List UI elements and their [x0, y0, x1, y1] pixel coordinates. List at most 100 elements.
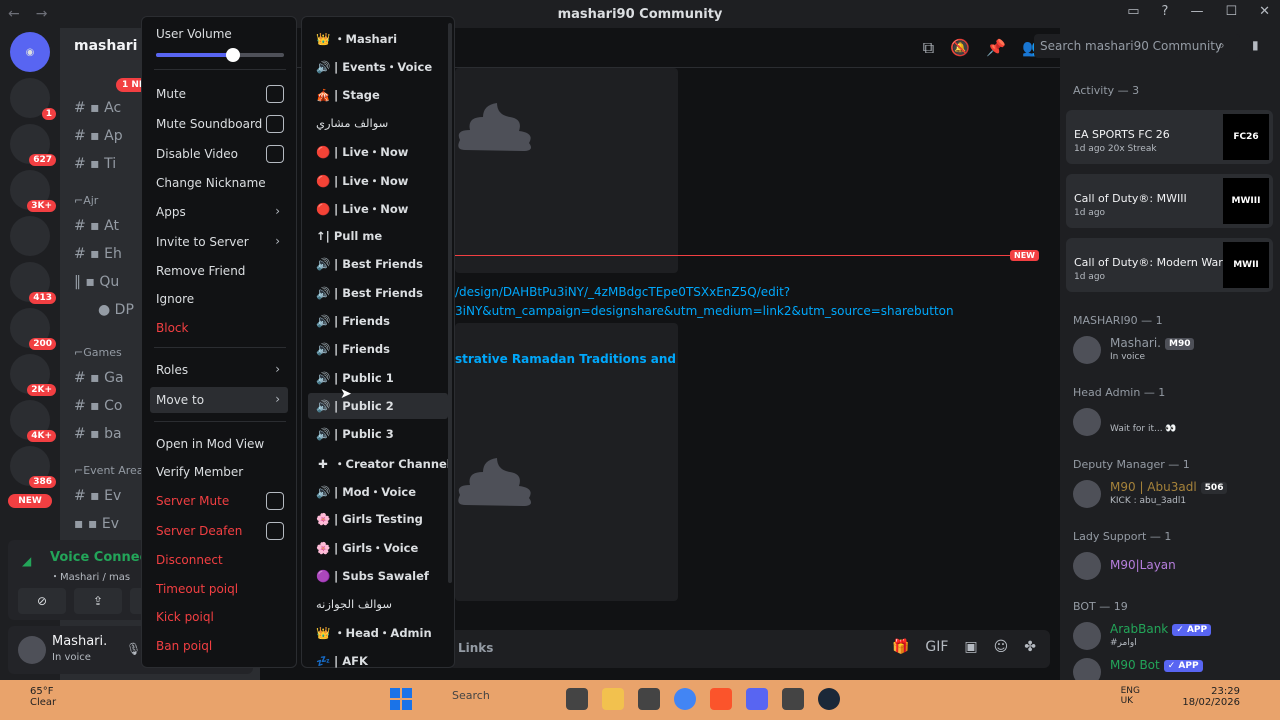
avatar[interactable]: [18, 636, 46, 664]
server-icon[interactable]: 2K+: [10, 354, 56, 396]
channel-option[interactable]: 🔴 | Live・Now: [308, 195, 448, 221]
checkbox[interactable]: [266, 145, 284, 163]
message-composer[interactable]: Links 🎁 GIF ▣ ☺ ✤: [448, 630, 1050, 668]
server-icon[interactable]: 627: [10, 124, 56, 166]
submenu-scrollbar[interactable]: [448, 23, 452, 583]
taskbar-app-icon[interactable]: [638, 688, 660, 710]
category-header[interactable]: ⌐Ajr: [74, 194, 98, 207]
chrome-icon[interactable]: [674, 688, 696, 710]
system-clock[interactable]: 23:29 18/02/2026: [1182, 686, 1240, 708]
menu-item-verify-member[interactable]: Verify Member: [150, 459, 288, 485]
menu-item-ban-poiql[interactable]: Ban poiql: [150, 633, 288, 659]
volume-knob[interactable]: [225, 48, 240, 62]
menu-item-server-mute[interactable]: Server Mute: [150, 488, 288, 514]
screen-share-button[interactable]: ⇪: [74, 588, 122, 614]
voice-user-item[interactable]: ● DP: [98, 302, 134, 318]
server-name[interactable]: mashari: [74, 38, 138, 54]
channel-option[interactable]: 🌸 | Girls・Voice: [308, 534, 448, 560]
camera-off-button[interactable]: ⊘: [18, 588, 66, 614]
channel-option[interactable]: 💤 | AFK: [308, 648, 448, 674]
channel-item[interactable]: # ▪ At: [74, 218, 119, 234]
minimize-icon[interactable]: —: [1190, 4, 1203, 19]
pin-icon[interactable]: 📌: [986, 38, 1006, 58]
menu-item-ignore[interactable]: Ignore: [150, 286, 288, 312]
maximize-icon[interactable]: ☐: [1225, 4, 1237, 19]
channel-item[interactable]: # ▪ Ti: [74, 156, 116, 172]
category-header[interactable]: ⌐Event Area: [74, 464, 144, 477]
search-input[interactable]: Search mashari90 Community: [1034, 34, 1240, 58]
channel-option[interactable]: 👑 ・Mashari: [308, 25, 448, 51]
member-item[interactable]: M90|Layan: [1073, 550, 1273, 584]
embed-title[interactable]: strative Ramadan Traditions and: [455, 352, 676, 366]
menu-item-remove-friend[interactable]: Remove Friend: [150, 258, 288, 284]
taskbar-app-icon[interactable]: [566, 688, 588, 710]
voice-location[interactable]: ・Mashari / mas: [50, 568, 130, 583]
checkbox[interactable]: [266, 85, 284, 103]
menu-item-invite-to-server[interactable]: Invite to Server ›: [150, 229, 288, 255]
channel-option[interactable]: 👑 ・Head・Admin: [308, 619, 448, 645]
member-item[interactable]: Wait for it... 👀: [1073, 406, 1273, 440]
user-volume-slider[interactable]: [156, 48, 284, 62]
menu-item-mute[interactable]: Mute: [150, 81, 288, 107]
inbox-icon[interactable]: ▭: [1127, 4, 1139, 19]
gift-icon[interactable]: 🎁: [892, 639, 909, 655]
channel-option[interactable]: 🔊 | Public 2: [308, 392, 448, 419]
menu-item-open-in-mod-view[interactable]: Open in Mod View: [150, 431, 288, 457]
channel-item[interactable]: # ▪ Ev: [74, 488, 121, 504]
close-icon[interactable]: ✕: [1259, 4, 1270, 19]
channel-option[interactable]: 🔊 | Mod・Voice: [308, 478, 448, 504]
channel-item[interactable]: ‖ ▪ Qu: [74, 274, 119, 290]
channel-option[interactable]: 🔊 | Friends: [308, 308, 448, 334]
microphone-icon[interactable]: 🎙: [126, 642, 141, 656]
menu-item-roles[interactable]: Roles ›: [150, 357, 288, 383]
discord-icon[interactable]: [746, 688, 768, 710]
notifications-off-icon[interactable]: 🔕: [950, 38, 970, 58]
checkbox[interactable]: [266, 522, 284, 540]
settings-icon[interactable]: [782, 688, 804, 710]
new-servers-pill[interactable]: NEW: [8, 494, 52, 508]
channel-option[interactable]: ↑| Pull me: [308, 223, 448, 249]
weather-widget[interactable]: 65°F Clear: [30, 686, 56, 708]
channel-item[interactable]: # ▪ Ap: [74, 128, 123, 144]
menu-item-disable-video[interactable]: Disable Video: [150, 141, 288, 167]
channel-option[interactable]: 🌸 | Girls Testing: [308, 506, 448, 532]
member-item[interactable]: M90 | Abu3adl 506 KICK : abu_3adl1: [1073, 478, 1273, 512]
menu-item-change-nickname[interactable]: Change Nickname: [150, 170, 288, 196]
menu-item-kick-poiql[interactable]: Kick poiql: [150, 604, 288, 630]
checkbox[interactable]: [266, 492, 284, 510]
channel-option[interactable]: 🔊 | Friends: [308, 336, 448, 362]
channel-option[interactable]: 🟣 | Subs Sawalef: [308, 563, 448, 589]
menu-item-server-deafen[interactable]: Server Deafen: [150, 518, 288, 544]
channel-option[interactable]: 🔊 | Best Friends: [308, 280, 448, 306]
checkbox[interactable]: [266, 115, 284, 133]
server-icon[interactable]: 413: [10, 262, 56, 304]
server-icon[interactable]: 4K+: [10, 400, 56, 442]
channel-option[interactable]: 🔊 | Public 1: [308, 365, 448, 391]
menu-item-disconnect[interactable]: Disconnect: [150, 547, 288, 573]
server-icon[interactable]: 386: [10, 446, 56, 488]
channel-item[interactable]: # ▪ Co: [74, 398, 122, 414]
windows-start-icon[interactable]: [390, 688, 412, 710]
steam-icon[interactable]: [818, 688, 840, 710]
server-icon[interactable]: [10, 216, 50, 256]
server-icon[interactable]: 3K+: [10, 170, 56, 212]
menu-item-timeout-poiql[interactable]: Timeout poiql: [150, 576, 288, 602]
channel-option[interactable]: 🎪 | Stage: [308, 82, 448, 108]
member-item[interactable]: ArabBank ✓ APP #اوامر: [1073, 620, 1273, 654]
channel-item[interactable]: ▪ ▪ Ev: [74, 516, 119, 532]
activity-card[interactable]: EA SPORTS FC 26 1d ago 20x Streak FC26: [1066, 110, 1273, 164]
menu-item-mute-soundboard[interactable]: Mute Soundboard: [150, 111, 288, 137]
channel-option[interactable]: 🔊 | Public 3: [308, 421, 448, 447]
channel-option[interactable]: 🔊 | Best Friends: [308, 251, 448, 277]
channel-option[interactable]: 🔊 | Events・Voice: [308, 53, 448, 79]
channel-option[interactable]: 🔴 | Live・Now: [308, 167, 448, 193]
brave-icon[interactable]: [710, 688, 732, 710]
taskbar-search[interactable]: Search: [428, 689, 548, 711]
sticker-icon[interactable]: ▣: [964, 639, 977, 655]
menu-item-move-to[interactable]: Move to ›: [150, 387, 288, 413]
channel-item[interactable]: # ▪ Ga: [74, 370, 124, 386]
member-item[interactable]: Mashari. M90 In voice: [1073, 334, 1273, 368]
activity-card[interactable]: Call of Duty®: Modern Warf... 1d ago MWI…: [1066, 238, 1273, 292]
channel-option[interactable]: ✚ ・Creator Channel: [308, 450, 451, 476]
channel-item[interactable]: # ▪ Eh: [74, 246, 122, 262]
